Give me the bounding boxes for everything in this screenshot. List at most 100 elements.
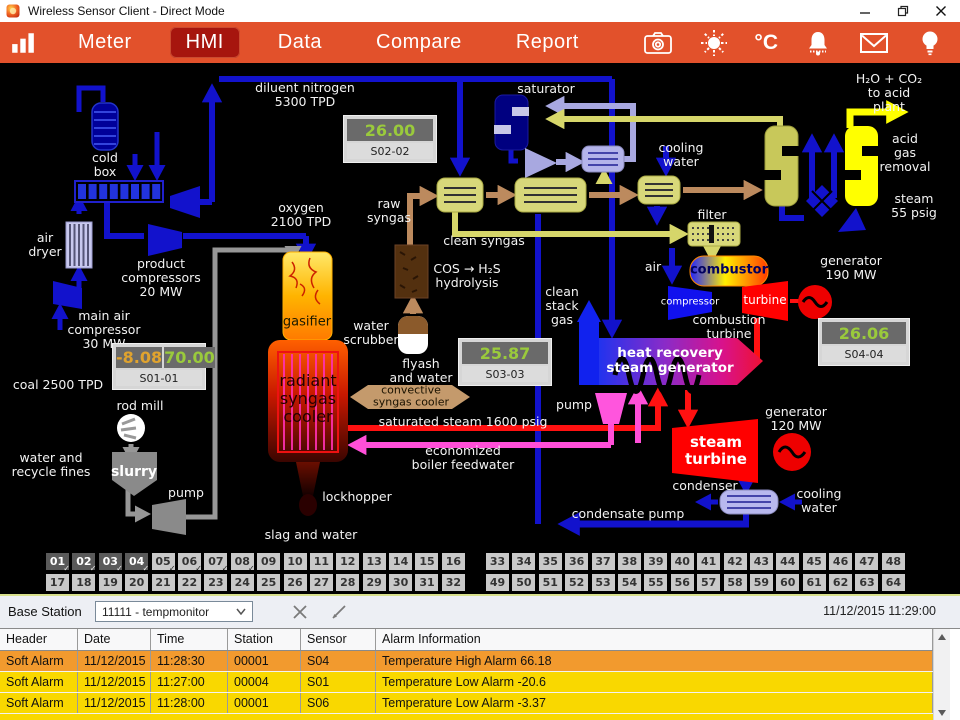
station-cell-47[interactable]: 47 <box>855 553 878 570</box>
station-cell-07[interactable]: 07✓ <box>204 553 227 570</box>
station-cell-13[interactable]: 13 <box>363 553 386 570</box>
menu-item-report[interactable]: Report <box>500 27 595 58</box>
scroll-up-button[interactable] <box>934 629 950 645</box>
station-cell-35[interactable]: 35 <box>539 553 562 570</box>
station-cell-10[interactable]: 10 <box>284 553 307 570</box>
station-cell-50[interactable]: 50 <box>512 574 535 591</box>
station-cell-19[interactable]: 19 <box>99 574 122 591</box>
alarm-row[interactable]: Soft Alarm11/12/201511:27:0000004S01Temp… <box>0 672 933 693</box>
station-cell-51[interactable]: 51 <box>539 574 562 591</box>
table-scrollbar[interactable] <box>933 629 950 720</box>
station-cell-57[interactable]: 57 <box>697 574 720 591</box>
station-cell-33[interactable]: 33 <box>486 553 509 570</box>
bar-chart-icon[interactable] <box>10 30 36 56</box>
sensor-display-S02-02: 26.00S02-02 <box>343 115 437 163</box>
alarm-row[interactable]: Soft Alarm11/12/201511:28:0000001S06Temp… <box>0 693 933 714</box>
station-cell-25[interactable]: 25 <box>257 574 280 591</box>
menu-item-hmi[interactable]: HMI <box>170 27 240 58</box>
station-cell-14[interactable]: 14 <box>389 553 412 570</box>
station-cell-60[interactable]: 60 <box>776 574 799 591</box>
station-cell-01[interactable]: 01✓ <box>46 553 69 570</box>
column-header-time[interactable]: Time <box>151 629 228 650</box>
station-cell-40[interactable]: 40 <box>671 553 694 570</box>
column-header-header[interactable]: Header <box>0 629 78 650</box>
station-cell-44[interactable]: 44 <box>776 553 799 570</box>
station-cell-03[interactable]: 03✓ <box>99 553 122 570</box>
station-cell-62[interactable]: 62 <box>829 574 852 591</box>
station-cell-39[interactable]: 39 <box>644 553 667 570</box>
station-cell-04[interactable]: 04✓ <box>125 553 148 570</box>
station-cell-58[interactable]: 58 <box>724 574 747 591</box>
column-header-date[interactable]: Date <box>78 629 151 650</box>
station-cell-20[interactable]: 20 <box>125 574 148 591</box>
station-cell-29[interactable]: 29 <box>363 574 386 591</box>
menu-item-data[interactable]: Data <box>262 27 338 58</box>
station-cell-63[interactable]: 63 <box>855 574 878 591</box>
minimize-button[interactable] <box>846 0 884 22</box>
station-cell-54[interactable]: 54 <box>618 574 641 591</box>
station-cell-16[interactable]: 16 <box>442 553 465 570</box>
brightness-sun-icon <box>700 29 728 57</box>
column-header-station[interactable]: Station <box>228 629 301 650</box>
station-cell-32[interactable]: 32 <box>442 574 465 591</box>
station-cell-22[interactable]: 22 <box>178 574 201 591</box>
station-cell-64[interactable]: 64 <box>882 574 905 591</box>
station-cell-26[interactable]: 26 <box>284 574 307 591</box>
column-header-alarm-information[interactable]: Alarm Information <box>376 629 933 650</box>
station-cell-21[interactable]: 21 <box>152 574 175 591</box>
station-cell-18[interactable]: 18 <box>72 574 95 591</box>
station-cell-34[interactable]: 34 <box>512 553 535 570</box>
station-cell-24[interactable]: 24 <box>231 574 254 591</box>
station-cell-59[interactable]: 59 <box>750 574 773 591</box>
station-cell-37[interactable]: 37 <box>592 553 615 570</box>
edit-button[interactable] <box>326 600 350 624</box>
station-cell-06[interactable]: 06✓ <box>178 553 201 570</box>
station-cell-15[interactable]: 15 <box>415 553 438 570</box>
alarm-button[interactable] <box>802 28 834 58</box>
station-cell-42[interactable]: 42 <box>724 553 747 570</box>
camera-button[interactable] <box>642 28 674 58</box>
station-cell-48[interactable]: 48 <box>882 553 905 570</box>
base-station-select[interactable]: 11111 - tempmonitor <box>95 601 253 622</box>
column-header-sensor[interactable]: Sensor <box>301 629 376 650</box>
station-cell-09[interactable]: 09 <box>257 553 280 570</box>
menu-item-compare[interactable]: Compare <box>360 27 478 58</box>
tips-button[interactable] <box>914 28 946 58</box>
alarm-cell: Soft Alarm <box>0 651 78 671</box>
station-cell-02[interactable]: 02✓ <box>72 553 95 570</box>
station-cell-30[interactable]: 30 <box>389 574 412 591</box>
station-cell-38[interactable]: 38 <box>618 553 641 570</box>
station-cell-52[interactable]: 52 <box>565 574 588 591</box>
station-cell-36[interactable]: 36 <box>565 553 588 570</box>
station-cell-43[interactable]: 43 <box>750 553 773 570</box>
alarm-row[interactable]: Soft Alarm11/12/201511:28:3000001S04Temp… <box>0 651 933 672</box>
restore-button[interactable] <box>884 0 922 22</box>
station-cell-23[interactable]: 23 <box>204 574 227 591</box>
celsius-toggle[interactable]: °C <box>754 28 778 58</box>
station-cell-56[interactable]: 56 <box>671 574 694 591</box>
station-cell-08[interactable]: 08✓ <box>231 553 254 570</box>
scroll-down-button[interactable] <box>934 705 950 720</box>
station-cell-53[interactable]: 53 <box>592 574 615 591</box>
station-cell-55[interactable]: 55 <box>644 574 667 591</box>
mail-button[interactable] <box>858 28 890 58</box>
station-cell-12[interactable]: 12 <box>336 553 359 570</box>
station-cell-31[interactable]: 31 <box>415 574 438 591</box>
clear-button[interactable] <box>288 600 312 624</box>
station-cell-17[interactable]: 17 <box>46 574 69 591</box>
station-cell-49[interactable]: 49 <box>486 574 509 591</box>
station-cell-11[interactable]: 11 <box>310 553 333 570</box>
station-cell-46[interactable]: 46 <box>829 553 852 570</box>
syngas-exchanger-3 <box>638 176 680 204</box>
brightness-button[interactable] <box>698 28 730 58</box>
station-cell-27[interactable]: 27 <box>310 574 333 591</box>
station-cell-41[interactable]: 41 <box>697 553 720 570</box>
saturator-compressor <box>525 148 557 178</box>
label-clean-stack-gas: clean stack gas <box>545 285 579 327</box>
station-cell-28[interactable]: 28 <box>336 574 359 591</box>
station-cell-45[interactable]: 45 <box>803 553 826 570</box>
station-cell-05[interactable]: 05✓ <box>152 553 175 570</box>
menu-item-meter[interactable]: Meter <box>62 27 148 58</box>
close-button[interactable] <box>922 0 960 22</box>
station-cell-61[interactable]: 61 <box>803 574 826 591</box>
